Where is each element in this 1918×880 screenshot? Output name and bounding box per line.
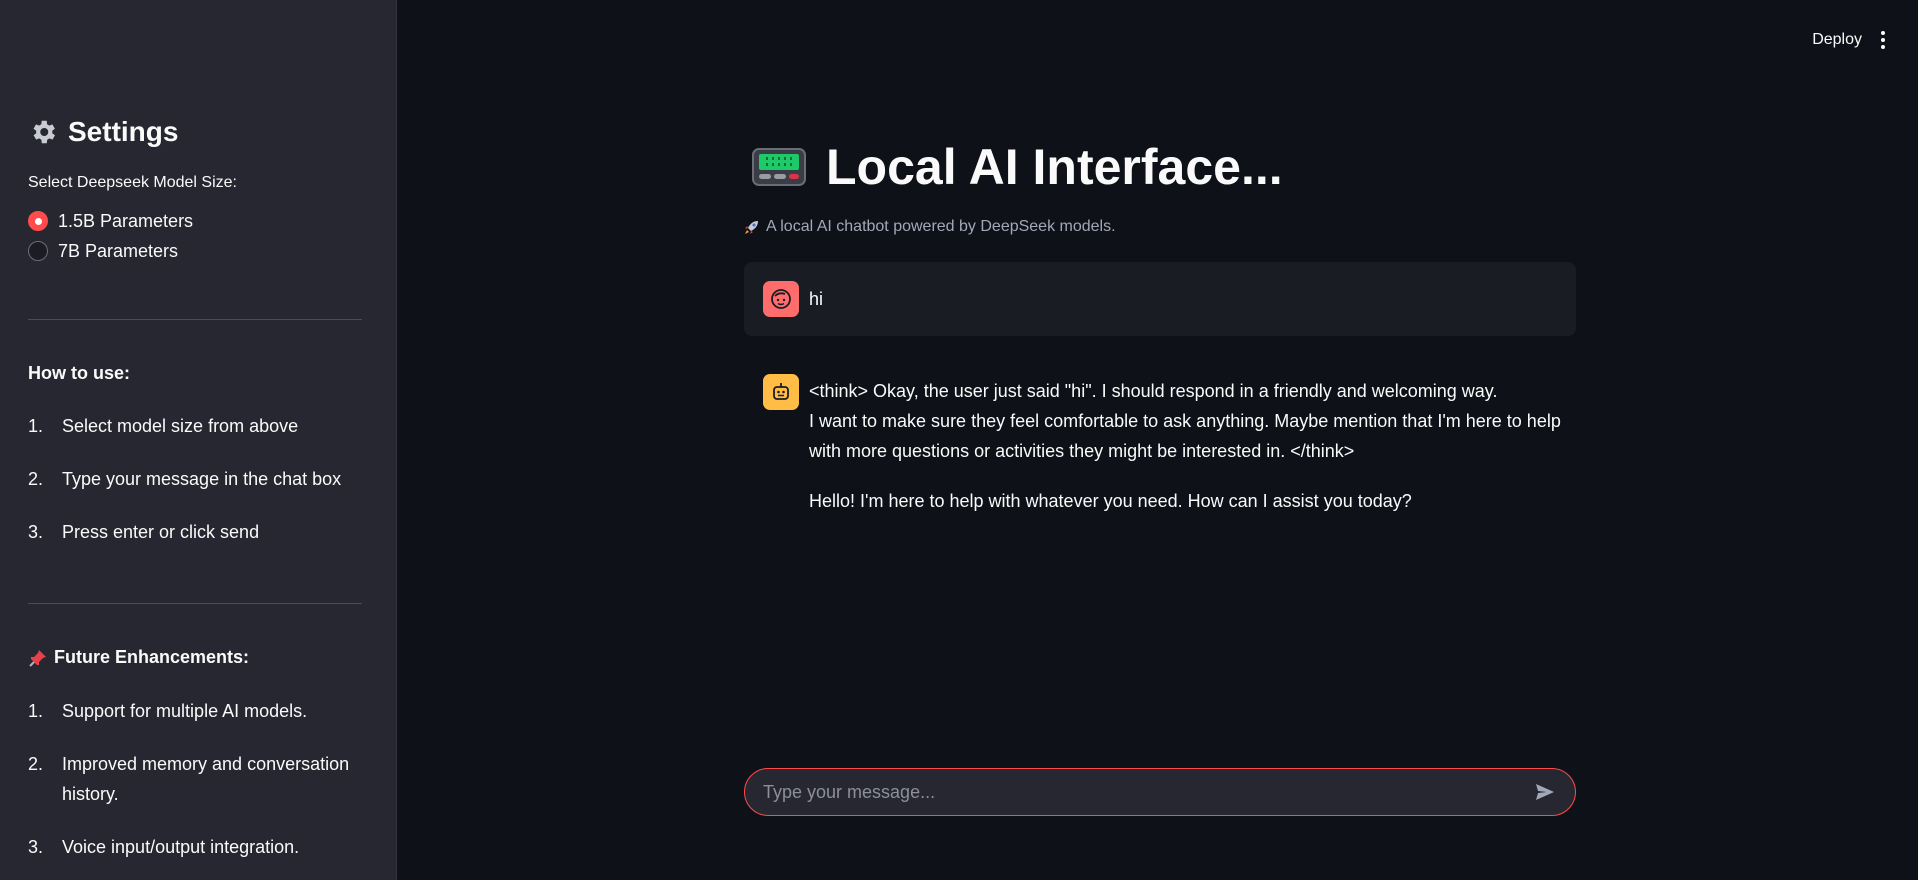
message-text: <think> Okay, the user just said "hi". I… — [809, 381, 1561, 511]
rocket-icon — [745, 221, 758, 234]
chat-message-user: hi — [744, 262, 1576, 336]
radio-button-selected[interactable] — [28, 211, 48, 231]
list-item: 2. Improved memory and conversation histo… — [28, 754, 350, 804]
gear-icon — [33, 120, 56, 144]
send-icon[interactable] — [1533, 780, 1557, 804]
radio-label: 7B Parameters — [58, 240, 179, 261]
pushpin-icon — [29, 649, 46, 667]
sidebar: Settings Select Deepseek Model Size: 1.5… — [0, 0, 397, 880]
list-item: 1. Support for multiple AI models. — [28, 701, 308, 721]
top-bar: Deploy — [1812, 0, 1918, 80]
how-to-heading: How to use: — [28, 363, 130, 383]
sidebar-divider — [28, 319, 362, 320]
model-size-radio-group: 1.5B Parameters 7B Parameters — [28, 206, 193, 266]
how-to-list: 1. Select model size from above 2. Type yo… — [28, 411, 368, 570]
radio-option-7b[interactable]: 7B Parameters — [28, 236, 193, 266]
radio-button[interactable] — [28, 241, 48, 261]
list-item: 3. Voice input/output integration. — [28, 837, 300, 857]
radio-option-1-5b[interactable]: 1.5B Parameters — [28, 206, 193, 236]
user-face-icon — [763, 281, 799, 317]
kebab-menu-icon[interactable] — [1880, 31, 1886, 49]
page-caption: A local AI chatbot powered by DeepSeek m… — [744, 218, 1116, 236]
chat-message-assistant: <think> Okay, the user just said "hi". I… — [763, 374, 1576, 536]
list-item: 1. Select model size from above — [28, 416, 299, 436]
list-item: 2. Type your message in the chat box — [28, 469, 342, 489]
radio-label: 1.5B Parameters — [58, 210, 194, 231]
model-size-label: Select Deepseek Model Size: — [28, 174, 237, 191]
chat-input[interactable] — [763, 781, 1533, 803]
deploy-button[interactable]: Deploy — [1812, 31, 1862, 49]
robot-icon — [763, 374, 799, 410]
page-title-text: Local AI Interface... — [826, 139, 1283, 195]
caption-text: A local AI chatbot powered by DeepSeek m… — [766, 218, 1116, 235]
future-list: 1. Support for multiple AI models. 2. Impr… — [28, 696, 368, 880]
pager-icon — [752, 148, 806, 186]
sidebar-divider — [28, 603, 362, 604]
list-item: 3. Press enter or click send — [28, 522, 260, 542]
message-text: hi — [809, 288, 824, 309]
sidebar-title-text: Settings — [68, 116, 179, 147]
future-heading: Future Enhancements: — [28, 647, 249, 668]
page-title: Local AI Interface... — [752, 138, 1283, 196]
chat-input-container — [744, 768, 1576, 816]
sidebar-title: Settings — [28, 116, 178, 148]
